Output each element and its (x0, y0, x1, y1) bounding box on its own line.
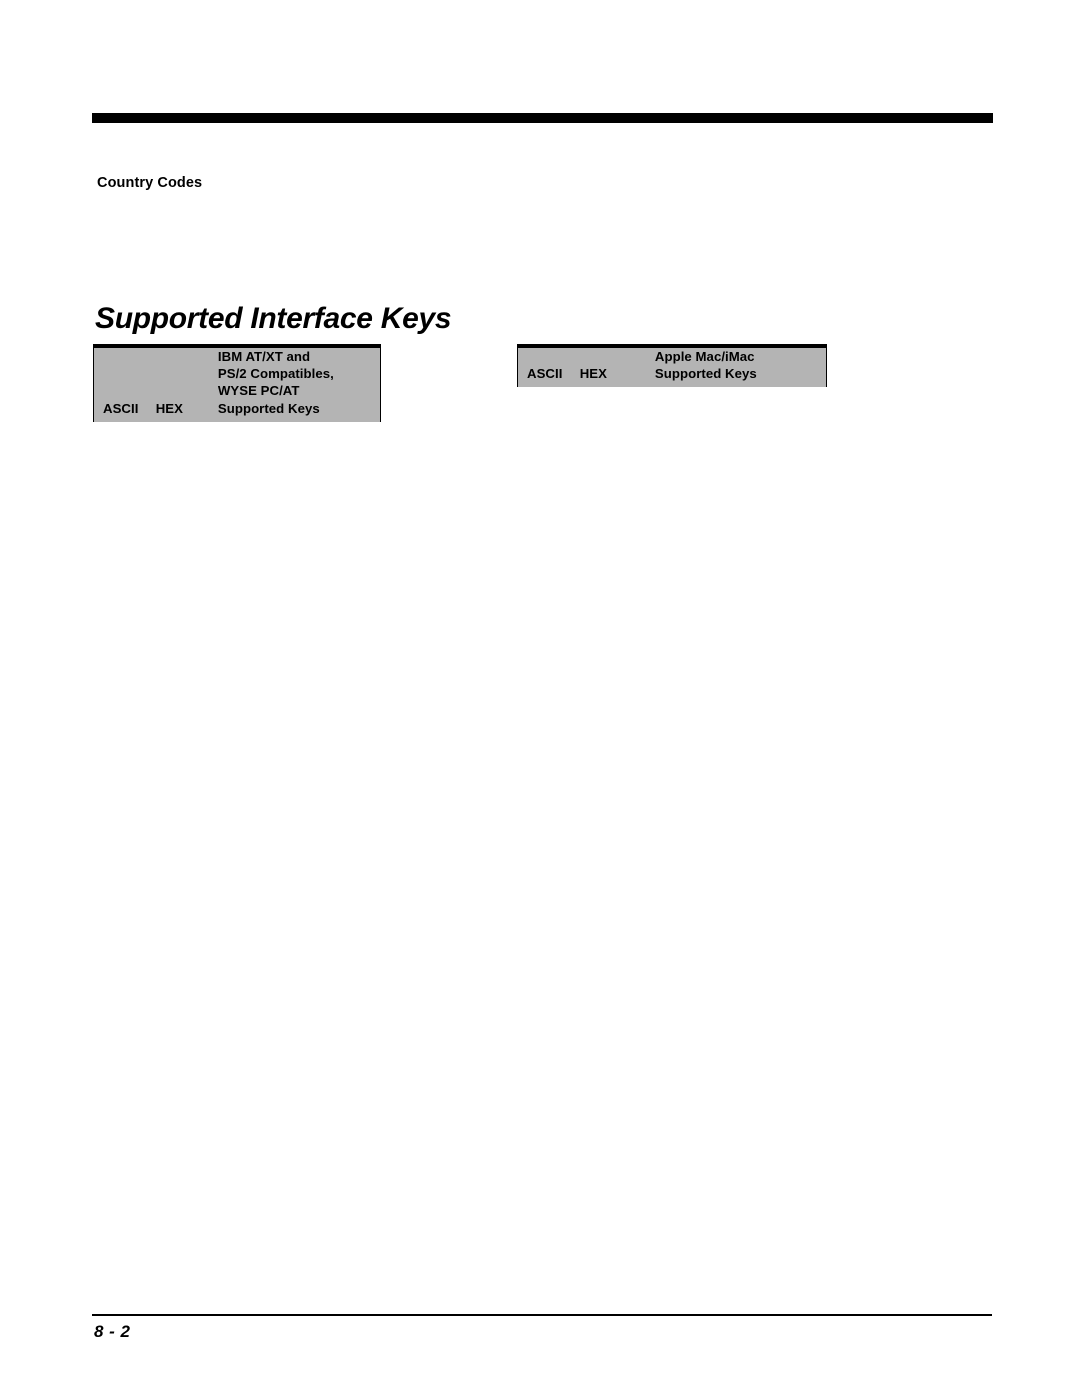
document-page: Country Codes Supported Interface Keys A… (0, 0, 1080, 1397)
page-title: Supported Interface Keys (95, 302, 452, 335)
table-header-row: ASCII HEX IBM AT/XT and PS/2 Compatibles… (93, 344, 381, 422)
column-header-ascii-label: ASCII (103, 400, 139, 416)
column-header-hex-label: HEX (155, 400, 183, 416)
page-number: 8 - 2 (94, 1322, 131, 1341)
column-header-supported-keys-label: Apple Mac/iMac Supported Keys (654, 349, 757, 382)
footer-rule (92, 1314, 992, 1316)
apple-keys-table-header: ASCII HEX Apple Mac/iMac Supported Keys (517, 343, 827, 388)
column-header-ascii: ASCII (517, 343, 580, 388)
column-header-supported-keys: Apple Mac/iMac Supported Keys (654, 343, 827, 388)
country-codes-tables (97, 203, 907, 283)
table-header-row: ASCII HEX Apple Mac/iMac Supported Keys (517, 343, 827, 388)
country-codes-title: Country Codes (97, 175, 203, 191)
column-header-hex: HEX (579, 343, 655, 388)
column-header-ascii-label: ASCII (527, 366, 563, 382)
ibm-keys-table-wrap: ASCII HEX IBM AT/XT and PS/2 Compatibles… (93, 344, 381, 422)
column-header-hex: HEX (155, 344, 218, 422)
column-header-ascii: ASCII (93, 344, 156, 422)
apple-keys-table-wrap: ASCII HEX Apple Mac/iMac Supported Keys (517, 343, 827, 388)
ibm-keys-table-header: ASCII HEX IBM AT/XT and PS/2 Compatibles… (93, 344, 381, 422)
column-header-hex-label: HEX (579, 366, 607, 382)
column-header-supported-keys: IBM AT/XT and PS/2 Compatibles, WYSE PC/… (217, 344, 381, 422)
column-header-supported-keys-label: IBM AT/XT and PS/2 Compatibles, WYSE PC/… (217, 349, 334, 416)
country-codes-section: Country Codes (97, 175, 907, 283)
header-rule (92, 113, 993, 123)
